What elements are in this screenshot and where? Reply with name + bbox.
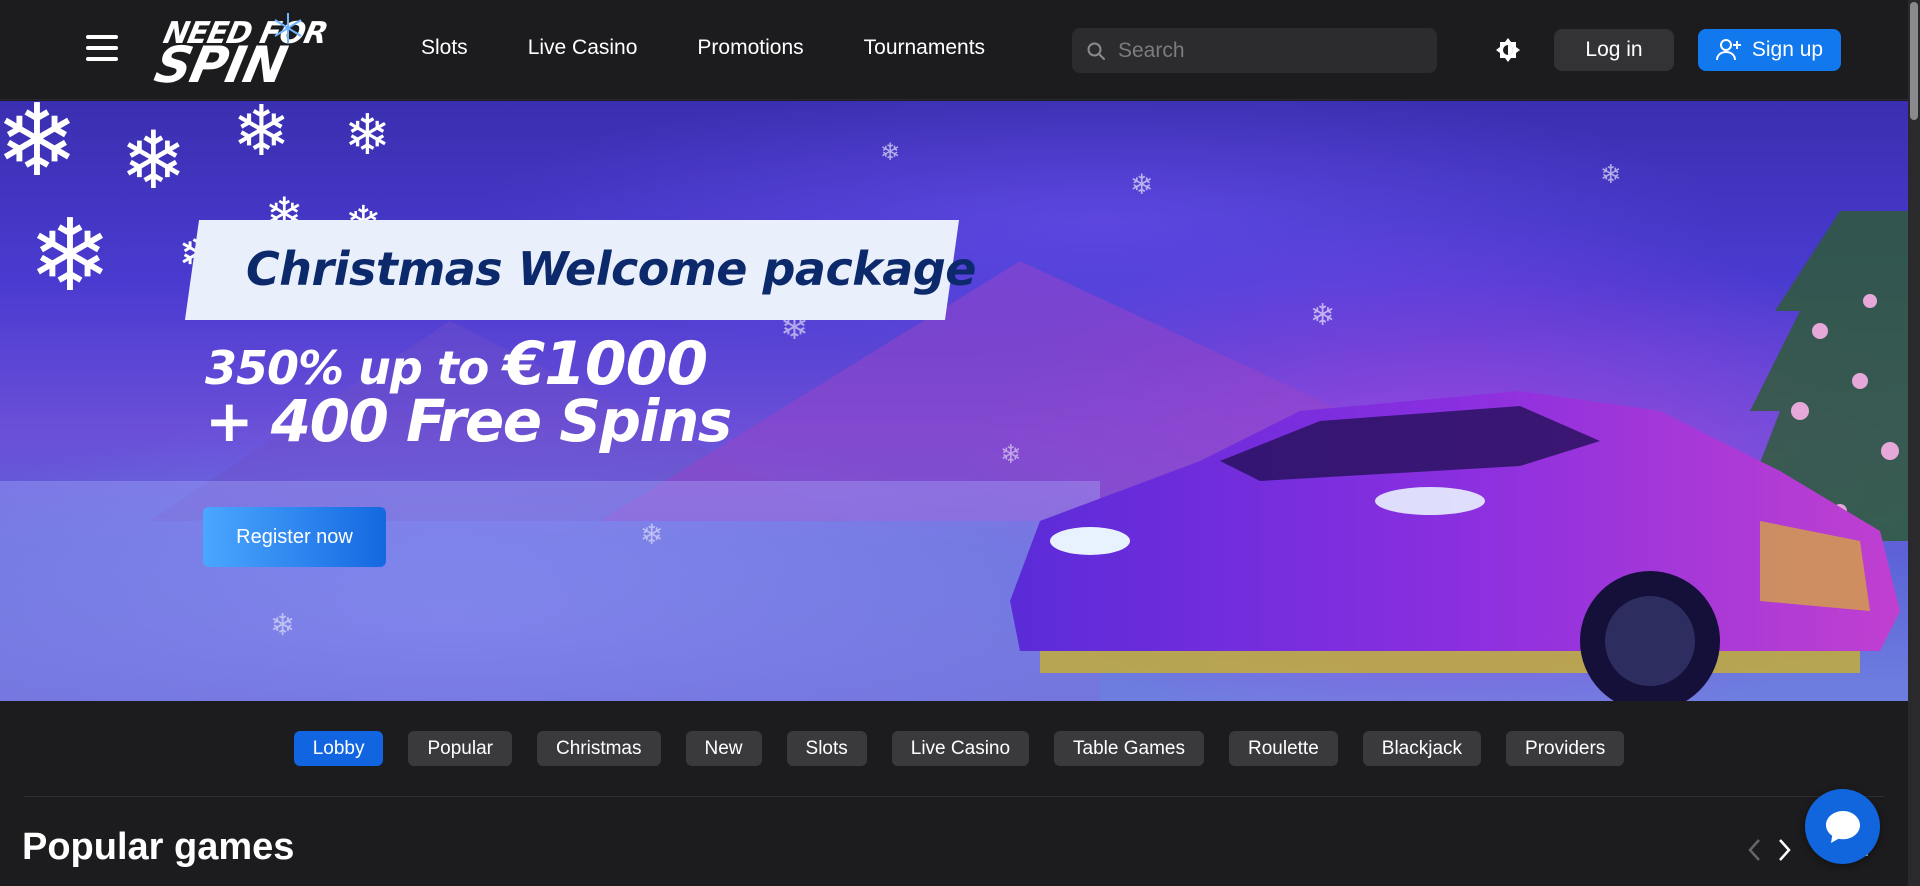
login-button[interactable]: Log in: [1554, 29, 1674, 71]
page-scrollbar[interactable]: [1908, 0, 1920, 886]
nav-promotions[interactable]: Promotions: [697, 36, 803, 60]
tab-providers[interactable]: Providers: [1506, 731, 1625, 766]
chat-support-button[interactable]: [1805, 789, 1880, 864]
chevron-right-icon[interactable]: [1774, 836, 1794, 864]
chat-icon: [1825, 810, 1860, 843]
signup-label: Sign up: [1751, 38, 1824, 61]
signup-button[interactable]: Sign up: [1698, 29, 1841, 71]
snowflake-icon: ❄: [270, 609, 296, 642]
chevron-left-icon[interactable]: [1745, 836, 1765, 864]
promo-title: Christmas Welcome package: [246, 242, 976, 296]
tab-live-casino[interactable]: Live Casino: [891, 731, 1030, 766]
tab-roulette[interactable]: Roulette: [1229, 731, 1338, 766]
snowflake-icon: ❄: [1310, 299, 1336, 332]
add-user-icon: [1715, 39, 1741, 61]
tab-table-games[interactable]: Table Games: [1054, 731, 1204, 766]
tab-lobby[interactable]: Lobby: [293, 731, 384, 766]
tab-blackjack[interactable]: Blackjack: [1362, 731, 1482, 766]
nav-live-casino[interactable]: Live Casino: [528, 36, 638, 60]
hamburger-menu-icon[interactable]: [86, 35, 118, 63]
snowflake-icon: ❄: [1600, 159, 1622, 189]
search-input[interactable]: [1118, 38, 1418, 63]
nav-tournaments[interactable]: Tournaments: [864, 36, 985, 60]
main-nav: Slots Live Casino Promotions Tournaments: [421, 36, 985, 60]
hero-banner[interactable]: ❄ ❄ ❄ ❄ ❄ ❄ ❄ ❄ ❄ ❄ ❄ ❄ ❄ ❄ ❄ ❄ Christma…: [0, 101, 1908, 701]
site-logo[interactable]: NEED FOR SPIN: [149, 10, 330, 94]
tab-christmas[interactable]: Christmas: [536, 731, 661, 766]
snowflake-icon: ❄: [28, 200, 112, 312]
hero-car-image: [1010, 391, 1900, 701]
tab-slots[interactable]: Slots: [786, 731, 867, 766]
page: NEED FOR SPIN Slots Live Casino Promotio…: [0, 0, 1920, 886]
register-now-button[interactable]: Register now: [203, 507, 386, 567]
logo-line2: SPIN: [149, 36, 292, 94]
snowflake-icon: ❄: [880, 139, 901, 166]
snowflake-icon: ❄: [232, 101, 291, 170]
snowflake-icon: ❄: [640, 519, 664, 550]
snowflake-icon: ❄: [344, 103, 391, 166]
tab-new[interactable]: New: [685, 731, 762, 766]
theme-toggle-icon[interactable]: [1496, 38, 1520, 62]
search-icon: [1087, 42, 1105, 60]
search-box[interactable]: [1072, 28, 1437, 73]
logo-snowflake-icon: [274, 13, 302, 43]
promo-free-spins: + 400 Free Spins: [205, 387, 732, 455]
hero-frozen-lake: [0, 481, 1100, 701]
snowflake-icon: ❄: [1130, 169, 1154, 200]
scrollbar-thumb[interactable]: [1910, 2, 1918, 120]
snowflake-icon: ❄: [120, 116, 188, 205]
category-tabs: Lobby Popular Christmas New Slots Live C…: [0, 731, 1908, 768]
snowflake-icon: ❄: [1000, 439, 1022, 469]
tab-popular[interactable]: Popular: [408, 731, 512, 766]
nav-slots[interactable]: Slots: [421, 36, 468, 60]
popular-games-title: Popular games: [22, 826, 295, 868]
site-header: NEED FOR SPIN Slots Live Casino Promotio…: [0, 0, 1908, 100]
snowflake-icon: ❄: [0, 101, 79, 197]
section-divider: [24, 796, 1884, 797]
